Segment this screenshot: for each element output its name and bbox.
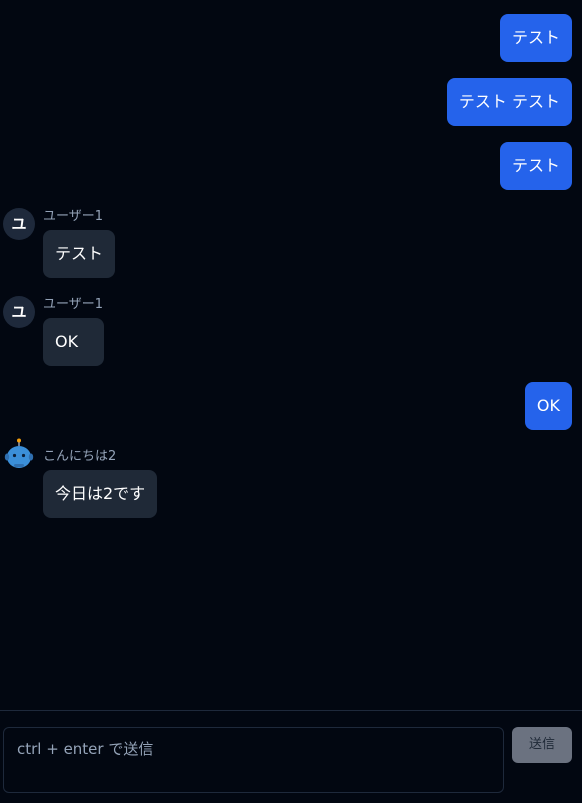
sender-name: ユーザー1 [43, 297, 104, 312]
self-message-bubble: テスト [499, 142, 572, 190]
bot-message-bubble: 今日は2です [43, 470, 158, 518]
sender-name: こんにちは2 [43, 449, 117, 464]
self-message-bubble: テスト [499, 14, 572, 62]
other-message-bubble: OK [43, 318, 104, 366]
robot-icon [3, 438, 35, 470]
chat-messages[interactable]: テスト テスト テスト テスト ユ ユーザー1 テスト ユ ユーザー1 OK O… [0, 0, 582, 710]
avatar: ユ [3, 296, 35, 328]
message-composer: 送信 [0, 711, 582, 803]
self-message-bubble: テスト テスト [446, 78, 572, 126]
self-message-bubble: OK [524, 382, 572, 430]
avatar: ユ [3, 208, 35, 240]
message-input[interactable] [3, 727, 504, 793]
other-message-bubble: テスト [43, 230, 116, 278]
sender-name: ユーザー1 [43, 209, 104, 224]
send-button[interactable]: 送信 [512, 727, 572, 763]
